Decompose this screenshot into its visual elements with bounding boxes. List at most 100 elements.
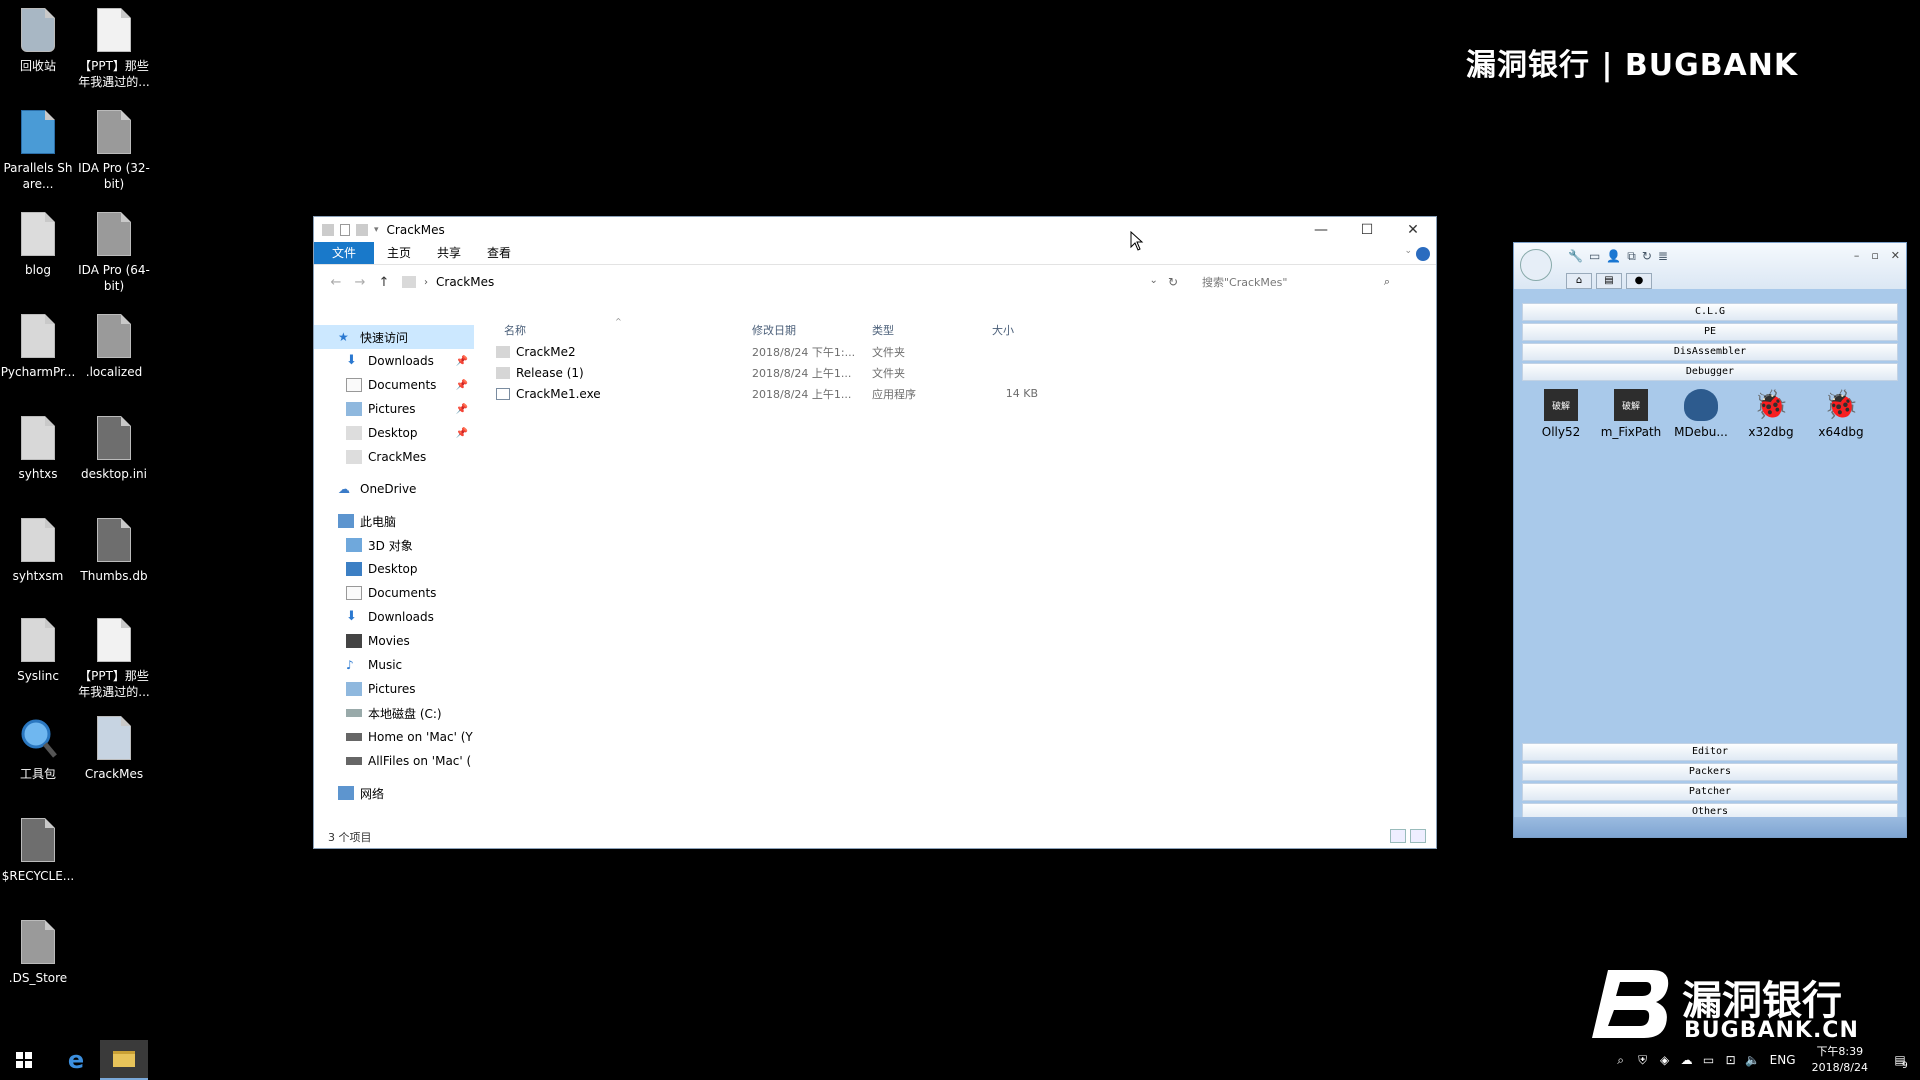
nav-pc-downloads[interactable]: ⬇ Downloads <box>314 605 474 629</box>
minimize-button[interactable]: — <box>1298 217 1344 243</box>
clock[interactable]: 下午8:39 2018/8/24 <box>1812 1044 1868 1076</box>
properties-icon[interactable] <box>340 224 350 236</box>
taskbar-file-explorer[interactable] <box>100 1040 148 1080</box>
tool-olly52[interactable]: 破解 Olly52 <box>1526 389 1596 439</box>
category-editor[interactable]: Editor <box>1522 743 1898 761</box>
maximize-button[interactable]: ☐ <box>1344 217 1390 243</box>
cloud-icon[interactable]: ☁ <box>1676 1053 1698 1067</box>
nav-quick-crackmes[interactable]: CrackMes <box>314 445 474 469</box>
pin-icon[interactable]: 📌 <box>456 404 468 415</box>
category-clg[interactable]: C.L.G <box>1522 303 1898 321</box>
desktop-icon-localized[interactable]: .localized <box>76 314 152 380</box>
wrench-icon[interactable]: 🔧 <box>1568 249 1583 264</box>
file-row[interactable]: Release (1) 2018/8/24 上午1... 文件夹 <box>490 362 1436 383</box>
shield-icon[interactable]: ⛨ <box>1632 1053 1654 1068</box>
desktop-icon-syhtxsm[interactable]: syhtxsm <box>0 518 76 584</box>
nav-pc-allfiles-mac[interactable]: AllFiles on 'Mac' ( <box>314 749 474 773</box>
desktop-icon-blog[interactable]: blog <box>0 212 76 278</box>
desktop-icon-ppt-2[interactable]: 【PPT】那些年我遇过的... <box>76 618 152 700</box>
pin-icon[interactable]: 📌 <box>456 428 468 439</box>
breadcrumb-crackmes[interactable]: CrackMes <box>436 275 494 289</box>
start-button[interactable] <box>0 1040 48 1080</box>
nav-pc-local-disk[interactable]: 本地磁盘 (C:) <box>314 701 474 725</box>
tool-x32dbg[interactable]: 🐞 x32dbg <box>1736 389 1806 440</box>
copy-icon[interactable]: ⧉ <box>1627 249 1636 264</box>
new-folder-icon[interactable] <box>356 224 368 236</box>
category-disassembler[interactable]: DisAssembler <box>1522 343 1898 361</box>
tab-view[interactable]: 查看 <box>474 242 524 264</box>
battery-icon[interactable]: ▭ <box>1698 1053 1720 1067</box>
minimize-button[interactable]: – <box>1854 249 1860 262</box>
desktop-icon-ppt-1[interactable]: 【PPT】那些年我遇过的... <box>76 8 152 90</box>
breadcrumb-chevron-icon[interactable]: › <box>424 277 428 288</box>
large-icons-view-button[interactable] <box>1410 829 1426 843</box>
nav-pc-desktop[interactable]: Desktop <box>314 557 474 581</box>
up-arrow-icon[interactable]: ↑ <box>372 275 396 290</box>
help-icon[interactable] <box>1416 247 1430 261</box>
forward-arrow-icon[interactable]: → <box>348 275 372 290</box>
close-button[interactable]: ✕ <box>1891 249 1900 262</box>
desktop-icon-ida32[interactable]: IDA Pro (32-bit) <box>76 110 152 192</box>
tool-mdebug[interactable]: MDebu... <box>1666 389 1736 439</box>
nav-quick-desktop[interactable]: Desktop 📌 <box>314 421 474 445</box>
category-debugger[interactable]: Debugger <box>1522 363 1898 381</box>
desktop-icon-desktop-ini[interactable]: desktop.ini <box>76 416 152 482</box>
user-icon[interactable]: 👤 <box>1606 249 1621 264</box>
network-icon[interactable]: ⊡ <box>1720 1053 1742 1067</box>
expand-ribbon-icon[interactable]: ⌄ <box>1404 246 1412 256</box>
title-bar[interactable]: ▾ CrackMes — ☐ ✕ <box>314 217 1436 243</box>
tool-x64dbg[interactable]: 🐞 x64dbg <box>1806 389 1876 440</box>
pin-icon[interactable]: 📌 <box>456 380 468 391</box>
chevron-down-icon[interactable]: ▾ <box>374 225 379 235</box>
column-date[interactable]: 修改日期 <box>752 322 872 338</box>
nav-pc-home-mac[interactable]: Home on 'Mac' (Y <box>314 725 474 749</box>
refresh-icon[interactable]: ↻ <box>1642 249 1652 264</box>
nav-pc-documents[interactable]: Documents <box>314 581 474 605</box>
volume-icon[interactable]: 🔈 <box>1742 1053 1764 1067</box>
window-icon[interactable]: ▭ <box>1589 249 1600 264</box>
nav-pc-3d-objects[interactable]: 3D 对象 <box>314 533 474 557</box>
nav-pc-music[interactable]: ♪ Music <box>314 653 474 677</box>
security-icon[interactable]: ◈ <box>1654 1053 1676 1067</box>
pin-icon[interactable]: 📌 <box>456 356 468 367</box>
desktop-icon-ida64[interactable]: IDA Pro (64-bit) <box>76 212 152 294</box>
language-indicator[interactable]: ENG <box>1764 1053 1802 1067</box>
notification-center-button[interactable]: ▤ 9 <box>1880 1053 1920 1071</box>
column-type[interactable]: 类型 <box>872 322 992 338</box>
file-row[interactable]: CrackMe2 2018/8/24 下午1:... 文件夹 <box>490 341 1436 362</box>
tool-m-fixpath[interactable]: 破解 m_FixPath <box>1596 389 1666 439</box>
category-patcher[interactable]: Patcher <box>1522 783 1898 801</box>
desktop-icon-parallels[interactable]: Parallels Share... <box>0 110 76 192</box>
category-packers[interactable]: Packers <box>1522 763 1898 781</box>
close-button[interactable]: ✕ <box>1390 217 1436 243</box>
column-size[interactable]: 大小 <box>992 322 1062 338</box>
tab-home[interactable]: 主页 <box>374 242 424 264</box>
desktop-icon-ds-store[interactable]: .DS_Store <box>0 920 76 986</box>
tab-file[interactable]: 文件 <box>314 242 375 264</box>
desktop-icon-recycle-bin[interactable]: 回收站 <box>0 8 76 74</box>
address-dropdown-icon[interactable]: ⌄ <box>1150 275 1158 289</box>
refresh-icon[interactable]: ↻ <box>1168 275 1178 289</box>
tab-share[interactable]: 共享 <box>424 242 474 264</box>
nav-quick-access[interactable]: ★ 快速访问 <box>314 325 474 349</box>
avatar[interactable] <box>1520 249 1552 281</box>
nav-this-pc[interactable]: 此电脑 <box>314 509 474 533</box>
home-tab-icon[interactable]: ⌂ <box>1566 273 1592 289</box>
desktop-icon-thumbs-db[interactable]: Thumbs.db <box>76 518 152 584</box>
desktop-icon-crackmes[interactable]: CrackMes <box>76 716 152 782</box>
nav-pc-movies[interactable]: Movies <box>314 629 474 653</box>
taskbar-edge[interactable]: e <box>52 1040 100 1080</box>
address-bar[interactable]: › CrackMes <box>402 270 1122 294</box>
search-input[interactable]: 搜索"CrackMes" ⌕ <box>1190 270 1400 294</box>
category-pe[interactable]: PE <box>1522 323 1898 341</box>
nav-quick-pictures[interactable]: Pictures 📌 <box>314 397 474 421</box>
desktop-icon-syslinc[interactable]: Syslinc <box>0 618 76 684</box>
desktop-icon-recycle-folder[interactable]: $RECYCLE... <box>0 818 76 884</box>
nav-onedrive[interactable]: ☁ OneDrive <box>314 477 474 501</box>
nav-pc-pictures[interactable]: Pictures <box>314 677 474 701</box>
desktop-icon-syhtxs[interactable]: syhtxs <box>0 416 76 482</box>
nav-quick-downloads[interactable]: ⬇ Downloads 📌 <box>314 349 474 373</box>
details-view-button[interactable] <box>1390 829 1406 843</box>
desktop-icon-pycharm[interactable]: PycharmPr... <box>0 314 76 380</box>
back-arrow-icon[interactable]: ← <box>324 275 348 290</box>
